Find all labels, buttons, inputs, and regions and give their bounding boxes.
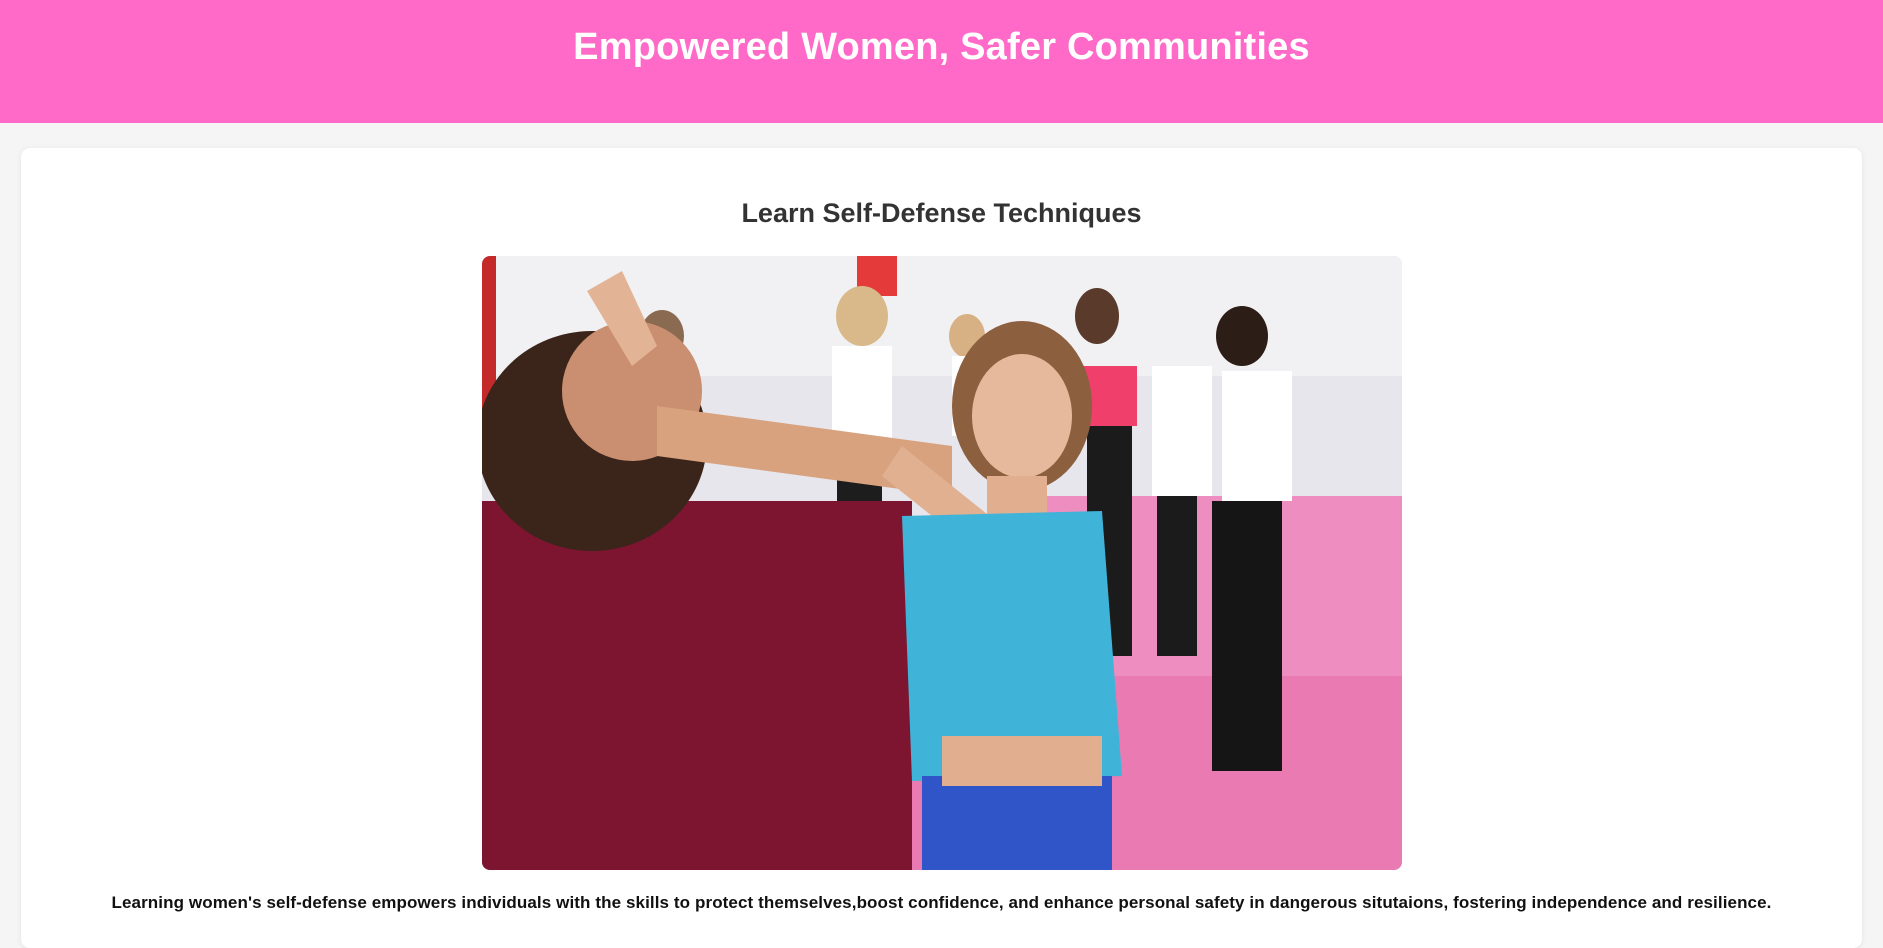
self-defense-photo <box>482 256 1402 870</box>
description-text: Learning women's self-defense empowers i… <box>111 893 1772 912</box>
section-heading: Learn Self-Defense Techniques <box>741 198 1142 228</box>
content-card: Learn Self-Defense Techniques Learning w… <box>21 148 1862 948</box>
photo-illustration <box>482 256 1402 870</box>
site-header: Empowered Women, Safer Communities <box>0 0 1883 123</box>
site-title: Empowered Women, Safer Communities <box>573 26 1310 68</box>
